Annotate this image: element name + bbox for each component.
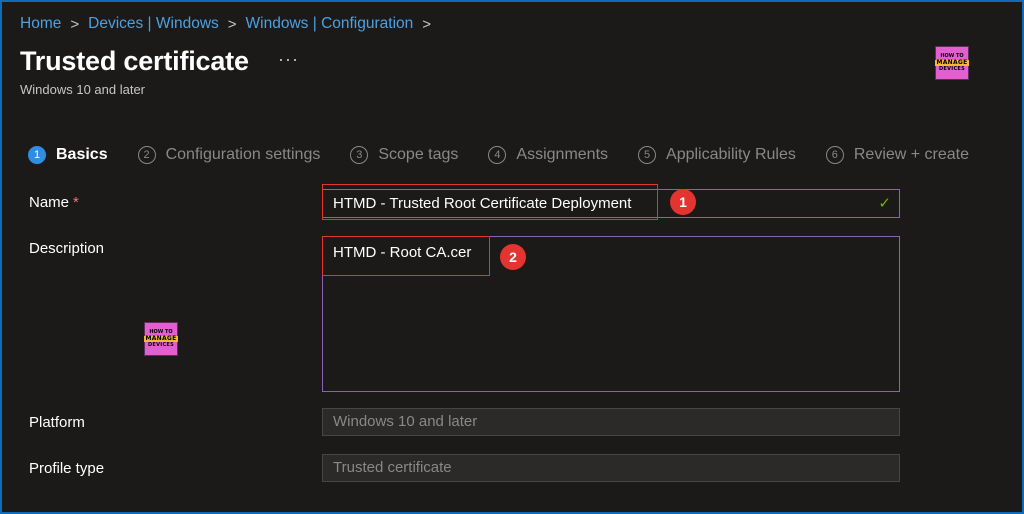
tab-basics[interactable]: 1 Basics [28,146,108,164]
annotation-badge-2: 2 [500,244,526,270]
step-number-icon: 6 [825,146,844,164]
page-title: Trusted certificate [20,46,249,76]
tab-configuration-settings[interactable]: 2 Configuration settings [137,146,321,164]
tab-label: Configuration settings [165,146,321,163]
tab-label: Applicability Rules [666,146,796,163]
annotation-highlight-name [322,184,658,220]
tab-scope-tags[interactable]: 3 Scope tags [350,146,458,164]
profile-type-field: Trusted certificate [322,454,900,482]
step-number-icon: 1 [28,146,46,164]
logo-line3: DEVICES [147,342,175,348]
breadcrumb: Home > Devices | Windows > Windows | Con… [20,14,440,34]
tab-label: Basics [56,146,108,163]
chevron-right-icon: > [70,15,80,33]
wizard-steps: 1 Basics 2 Configuration settings 3 Scop… [28,143,969,167]
brand-logo: HOW TO MANAGE DEVICES [935,46,969,80]
chevron-right-icon: > [422,15,432,33]
step-number-icon: 5 [638,146,657,164]
tab-applicability-rules[interactable]: 5 Applicability Rules [638,146,796,164]
tab-review-create[interactable]: 6 Review + create [825,146,970,164]
step-number-icon: 3 [350,146,369,164]
app-frame: Home > Devices | Windows > Windows | Con… [2,2,1022,512]
tab-label: Review + create [853,146,970,163]
tab-assignments[interactable]: 4 Assignments [488,146,608,164]
step-number-icon: 2 [137,146,156,164]
profile-type-label: Profile type [29,460,105,477]
annotation-highlight-description [322,236,490,276]
annotation-badge-1: 1 [670,189,696,215]
breadcrumb-windows-configuration[interactable]: Windows | Configuration [246,15,414,33]
tab-label: Scope tags [378,146,459,163]
step-number-icon: 4 [488,146,507,164]
description-label: Description [29,240,105,257]
tab-label: Assignments [516,146,609,163]
more-options-icon[interactable]: ··· [278,49,299,70]
checkmark-icon: ✓ [878,195,891,212]
platform-label: Platform [29,414,85,431]
page-subtitle: Windows 10 and later [20,82,146,97]
breadcrumb-devices-windows[interactable]: Devices | Windows [88,15,219,33]
logo-line3: DEVICES [938,66,966,72]
chevron-right-icon: > [227,15,237,33]
brand-logo-watermark: HOW TO MANAGE DEVICES [144,322,178,356]
name-label: Name * [29,194,79,211]
breadcrumb-home[interactable]: Home [20,15,61,33]
required-indicator: * [73,194,79,211]
platform-field: Windows 10 and later [322,408,900,436]
name-label-text: Name [29,194,70,211]
